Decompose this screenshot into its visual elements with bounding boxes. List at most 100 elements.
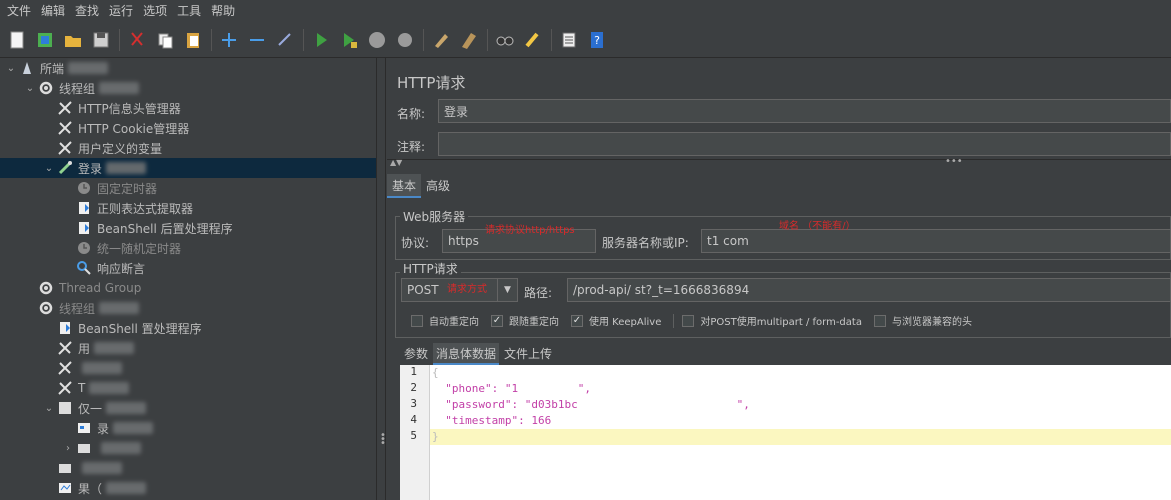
chevron-down-icon[interactable]: ⌄ <box>4 63 18 74</box>
open-icon[interactable] <box>61 28 85 52</box>
menu-item[interactable]: 帮助 <box>206 0 240 22</box>
code-line[interactable]: } <box>430 429 1171 445</box>
start-icon[interactable] <box>309 28 333 52</box>
templates-icon[interactable] <box>33 28 57 52</box>
remove-icon[interactable] <box>245 28 269 52</box>
tree-node-label: 录 <box>97 421 110 436</box>
tree-node[interactable] <box>0 358 376 378</box>
code-line[interactable]: "phone": "1 ", <box>430 381 1171 397</box>
code-line[interactable]: { <box>430 365 1171 381</box>
line-number: 3 <box>410 397 417 410</box>
menu-item[interactable]: 编辑 <box>36 0 70 22</box>
method-value: POST <box>407 283 439 297</box>
checkbox-box[interactable] <box>682 314 695 327</box>
chevron-down-icon[interactable]: ⌄ <box>23 83 37 94</box>
tree-node[interactable]: 用户定义的变量 <box>0 138 376 158</box>
tree-node[interactable]: Thread Group <box>0 278 376 298</box>
redacted-text <box>82 462 122 474</box>
comment-input[interactable] <box>438 132 1171 156</box>
collapse-arrows-icon[interactable]: ▲▼ <box>390 158 402 167</box>
toggle-icon[interactable] <box>273 28 297 52</box>
paste-icon[interactable] <box>181 28 205 52</box>
controller-icon <box>56 399 74 417</box>
tree-node-label: 固定定时器 <box>97 181 158 196</box>
chevron-right-icon[interactable]: › <box>61 443 75 454</box>
stop-icon[interactable] <box>365 28 389 52</box>
tree-node[interactable]: BeanShell 后置处理程序 <box>0 218 376 238</box>
tree-node[interactable]: 统一随机定时器 <box>0 238 376 258</box>
add-icon[interactable] <box>217 28 241 52</box>
tree-node[interactable] <box>0 458 376 478</box>
tab-parameters[interactable]: 参数 <box>401 343 431 365</box>
option-checkbox[interactable]: 对POST使用multipart / form-data <box>682 313 862 328</box>
tab-basic[interactable]: 基本 <box>387 174 422 198</box>
code-line[interactable]: "password": "d03b1bc ", <box>430 397 1171 413</box>
tree-node[interactable]: ⌄ 登录 <box>0 158 376 178</box>
chevron-down-icon[interactable]: ⌄ <box>42 163 56 174</box>
search-icon[interactable] <box>493 28 517 52</box>
tree-node[interactable]: HTTP信息头管理器 <box>0 98 376 118</box>
menu-item[interactable]: 查找 <box>70 0 104 22</box>
tree-node[interactable]: BeanShell 置处理程序 <box>0 318 376 338</box>
shutdown-icon[interactable] <box>393 28 417 52</box>
tab-body-data[interactable]: 消息体数据 <box>433 343 500 365</box>
collapse-bar[interactable]: ▲▼ ••• <box>387 156 1171 171</box>
tree-node[interactable]: ⌄ 仅一 <box>0 398 376 418</box>
function-helper-icon[interactable] <box>557 28 581 52</box>
pane-splitter[interactable]: • • • <box>376 58 386 500</box>
tree-node[interactable]: 响应断言 <box>0 258 376 278</box>
menu-item[interactable]: 文件 <box>2 0 36 22</box>
option-checkbox[interactable]: ✓ 使用 KeepAlive <box>571 313 661 328</box>
checkmark-icon[interactable]: ✓ <box>571 314 583 327</box>
name-input[interactable]: 登录 <box>438 99 1171 123</box>
body-data-editor[interactable]: 1 2 3 4 5 { "phone": "1 ", "password": "d03b… <box>400 365 1171 500</box>
web-server-title: Web服务器 <box>400 208 469 225</box>
tree-node[interactable]: ⌄ 线程组 <box>0 78 376 98</box>
tree-node[interactable]: 正则表达式提取器 <box>0 198 376 218</box>
option-checkbox[interactable]: 自动重定向 <box>411 313 479 328</box>
tree-node-label: HTTP信息头管理器 <box>78 101 181 116</box>
checkbox-box[interactable] <box>873 314 886 327</box>
tree-node[interactable]: 录 <box>0 418 376 438</box>
tree-node[interactable]: T <box>0 378 376 398</box>
help-icon[interactable]: ? <box>585 28 609 52</box>
timer-icon <box>75 239 93 257</box>
tree-node[interactable]: 用 <box>0 338 376 358</box>
protocol-note: 请求协议http/https <box>485 225 575 236</box>
clear-all-icon[interactable] <box>457 28 481 52</box>
clear-icon[interactable] <box>429 28 453 52</box>
menu-item[interactable]: 工具 <box>172 0 206 22</box>
tab-advanced[interactable]: 高级 <box>421 174 455 198</box>
menu-item[interactable]: 运行 <box>104 0 138 22</box>
chevron-down-icon[interactable]: ▼ <box>497 279 517 301</box>
save-icon[interactable] <box>89 28 113 52</box>
checkmark-icon[interactable]: ✓ <box>491 314 503 327</box>
server-input[interactable]: t1 com <box>701 229 1171 253</box>
checkbox-label: 使用 KeepAlive <box>589 317 662 328</box>
tree-node[interactable]: 固定定时器 <box>0 178 376 198</box>
cut-icon[interactable] <box>125 28 149 52</box>
tree-node[interactable]: 线程组 <box>0 298 376 318</box>
code-line[interactable]: "timestamp": 166 <box>430 413 1171 429</box>
tree-node-label: 线程组 <box>59 301 96 316</box>
tree-node-label: 登录 <box>78 161 103 176</box>
new-icon[interactable] <box>5 28 29 52</box>
line-number: 5 <box>410 429 417 442</box>
menu-item[interactable]: 选项 <box>138 0 172 22</box>
tree-node[interactable]: ⌄ 所端 <box>0 58 376 78</box>
option-checkbox[interactable]: ✓ 跟随重定向 <box>491 313 559 328</box>
tree-node[interactable]: HTTP Cookie管理器 <box>0 118 376 138</box>
magnifier-icon <box>75 259 93 277</box>
reset-search-icon[interactable] <box>521 28 545 52</box>
checkbox-box[interactable] <box>411 314 423 327</box>
path-input[interactable]: /prod-api/ st?_t=1666836894 <box>567 278 1171 302</box>
tab-file-upload[interactable]: 文件上传 <box>501 343 555 365</box>
start-no-pause-icon[interactable] <box>337 28 361 52</box>
copy-icon[interactable] <box>153 28 177 52</box>
page-title: HTTP请求 <box>397 74 466 92</box>
option-checkbox[interactable]: 与浏览器兼容的头 <box>873 313 972 328</box>
drag-handle-icon[interactable]: ••• <box>945 156 963 167</box>
chevron-down-icon[interactable]: ⌄ <box>42 403 56 414</box>
tree-node[interactable]: 果（ <box>0 478 376 498</box>
tree-node[interactable]: › <box>0 438 376 458</box>
